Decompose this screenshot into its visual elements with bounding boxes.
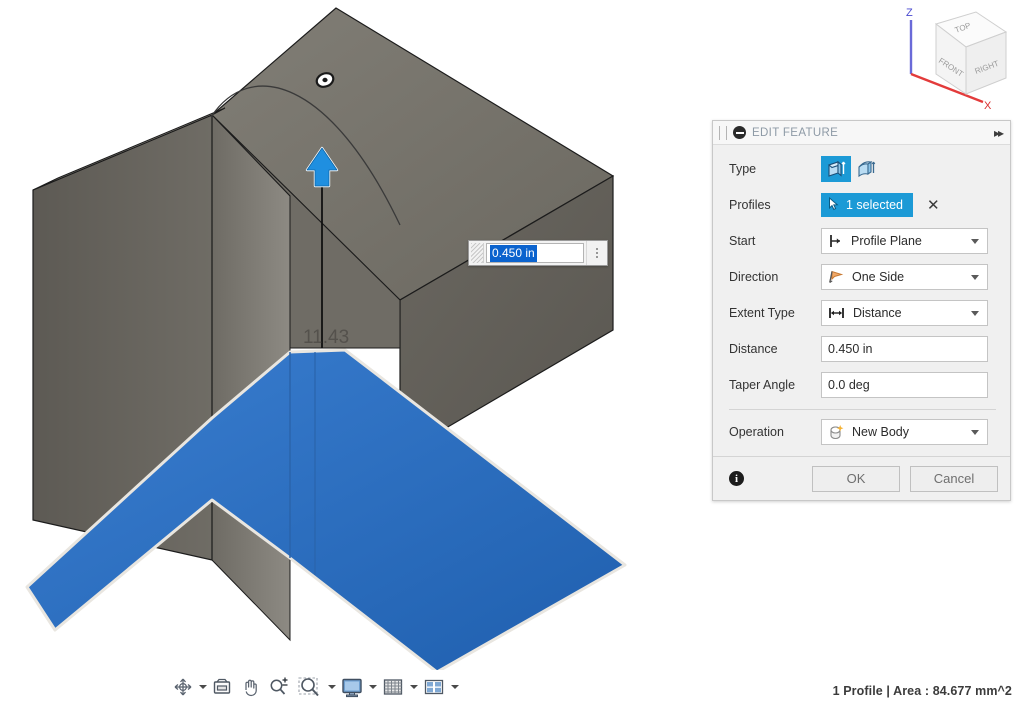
direction-combo[interactable]: One Side <box>821 264 988 290</box>
x-axis-label: X <box>984 100 992 112</box>
distance-label: Distance <box>729 342 778 356</box>
row-type: Type <box>713 151 1010 187</box>
ok-button[interactable]: OK <box>812 465 900 492</box>
sketch-point-center <box>322 77 328 83</box>
distance-value: 0.450 in <box>828 342 873 356</box>
extent-type-value: Distance <box>853 306 902 320</box>
extent-type-label: Extent Type <box>729 306 795 320</box>
look-at-icon[interactable] <box>209 674 235 700</box>
orbit-dropdown-caret[interactable] <box>198 674 207 700</box>
taper-angle-label: Taper Angle <box>729 378 796 392</box>
operation-combo[interactable]: New Body <box>821 419 988 445</box>
row-profiles: Profiles 1 selected ✕ <box>713 187 1010 223</box>
profile-plane-icon <box>828 233 844 249</box>
start-value: Profile Plane <box>851 234 922 248</box>
profiles-selection-button[interactable]: 1 selected <box>821 193 913 217</box>
viewports-dropdown-caret[interactable] <box>450 674 459 700</box>
viewports-icon[interactable] <box>420 674 448 700</box>
dialog-body: Type Profiles 1 selected ✕ Start Profile… <box>713 145 1010 450</box>
zoom-window-dropdown-caret[interactable] <box>327 674 336 700</box>
direction-chevron-down-icon[interactable] <box>970 265 979 289</box>
collapse-minus-icon[interactable] <box>733 126 746 139</box>
dialog-footer: i OK Cancel <box>713 456 1010 500</box>
cad-application-window: 11.43 0.450 in Z X TOP FRONT RIGHT 1 Pro… <box>0 0 1020 706</box>
edit-feature-dialog[interactable]: EDIT FEATURE ▸▸ Type Profiles 1 selected… <box>712 120 1011 501</box>
3d-viewport[interactable]: 11.43 0.450 in <box>0 0 700 670</box>
distance-input[interactable]: 0.450 in <box>821 336 988 362</box>
profiles-selected-count: 1 selected <box>846 198 903 212</box>
panel-drag-grip-icon[interactable] <box>719 125 727 140</box>
extent-type-chevron-down-icon[interactable] <box>970 301 979 325</box>
dialog-header[interactable]: EDIT FEATURE ▸▸ <box>713 121 1010 145</box>
taper-angle-value: 0.0 deg <box>828 378 870 392</box>
display-settings-icon[interactable] <box>338 674 366 700</box>
3d-model-graphics: 11.43 <box>25 7 627 670</box>
sketch-dimension-label[interactable]: 11.43 <box>303 327 349 348</box>
zoom-in-out-icon[interactable] <box>265 674 293 700</box>
section-divider <box>729 409 996 410</box>
extrude-profile-icon[interactable] <box>821 156 851 182</box>
dimension-input-box[interactable]: 0.450 in <box>468 240 608 266</box>
row-start: Start Profile Plane <box>713 223 1010 259</box>
operation-chevron-down-icon[interactable] <box>970 420 979 444</box>
view-cube[interactable]: Z X TOP FRONT RIGHT <box>888 2 1018 112</box>
profiles-label: Profiles <box>729 198 771 212</box>
display-settings-dropdown-caret[interactable] <box>368 674 377 700</box>
operation-label: Operation <box>729 425 784 439</box>
select-cursor-icon <box>828 196 840 214</box>
operation-value: New Body <box>852 425 909 439</box>
row-direction: Direction One Side <box>713 259 1010 295</box>
dimension-input-value: 0.450 in <box>490 244 537 262</box>
start-combo[interactable]: Profile Plane <box>821 228 988 254</box>
start-chevron-down-icon[interactable] <box>970 229 979 253</box>
direction-label: Direction <box>729 270 779 284</box>
distance-arrows-icon <box>828 305 846 321</box>
dialog-title: EDIT FEATURE <box>752 126 839 139</box>
kebab-menu-icon[interactable] <box>586 241 607 265</box>
extrude-taper-icon[interactable] <box>851 156 881 182</box>
direction-value: One Side <box>852 270 905 284</box>
type-label: Type <box>729 162 757 176</box>
clear-x-icon[interactable]: ✕ <box>927 198 940 213</box>
status-bar-text: 1 Profile | Area : 84.677 mm^2 <box>832 684 1012 698</box>
expand-right-icon[interactable]: ▸▸ <box>994 126 1004 140</box>
z-axis-label: Z <box>906 7 913 19</box>
cancel-button[interactable]: Cancel <box>910 465 998 492</box>
info-icon[interactable]: i <box>729 471 744 486</box>
pan-hand-icon[interactable] <box>237 674 263 700</box>
grid-snaps-icon[interactable] <box>379 674 407 700</box>
orbit-icon[interactable] <box>170 674 196 700</box>
row-distance: Distance 0.450 in <box>713 331 1010 367</box>
row-extent-type: Extent Type Distance <box>713 295 1010 331</box>
row-taper-angle: Taper Angle 0.0 deg <box>713 367 1010 403</box>
extent-type-combo[interactable]: Distance <box>821 300 988 326</box>
drag-grip-icon[interactable] <box>471 243 484 263</box>
grid-snaps-dropdown-caret[interactable] <box>409 674 418 700</box>
one-side-flag-icon <box>828 269 845 285</box>
start-label: Start <box>729 234 756 248</box>
navigation-toolbar[interactable] <box>170 672 459 702</box>
zoom-window-icon[interactable] <box>295 674 325 700</box>
row-operation: Operation New Body <box>713 414 1010 450</box>
dimension-input-field[interactable]: 0.450 in <box>486 243 584 263</box>
taper-angle-input[interactable]: 0.0 deg <box>821 372 988 398</box>
new-body-icon <box>828 424 845 441</box>
